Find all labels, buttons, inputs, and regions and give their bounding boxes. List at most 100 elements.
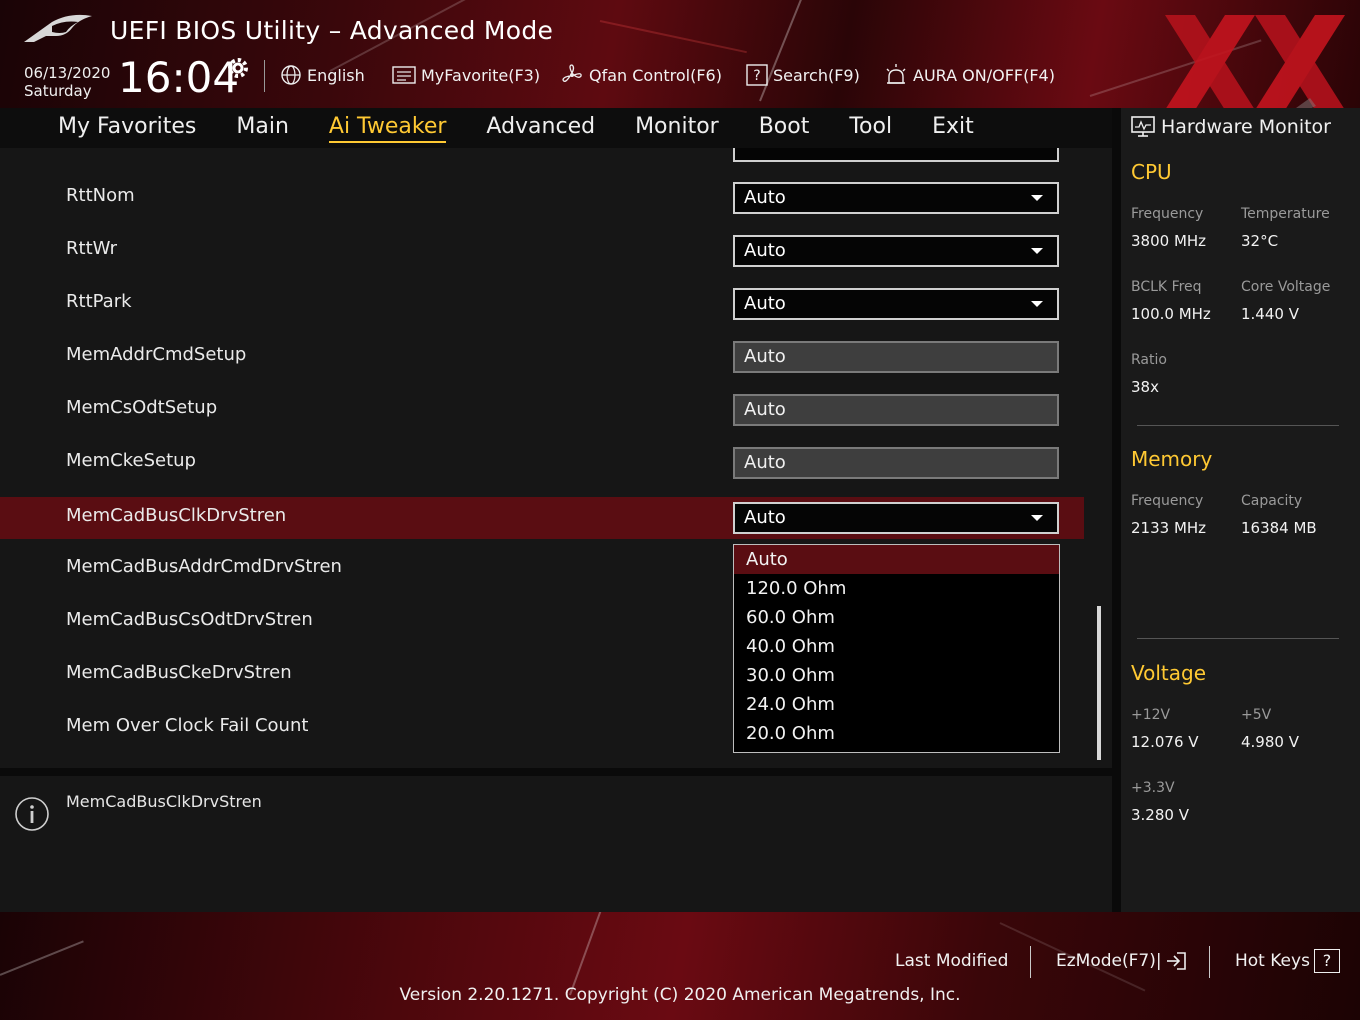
search-icon: ? (746, 64, 768, 86)
search-button[interactable]: ? Search(F9) (746, 62, 860, 88)
last-modified-button[interactable]: Last Modified (895, 948, 1008, 974)
day-text: Saturday (24, 82, 92, 100)
fan-icon (562, 64, 582, 82)
section-divider (1137, 638, 1339, 639)
ratio-value: 38x (1131, 378, 1159, 396)
dropdown-option[interactable]: 60.0 Ohm (734, 603, 1059, 632)
footer-streak (569, 912, 606, 996)
setting-input[interactable]: Auto (733, 394, 1059, 426)
setting-label: RttWr (66, 238, 118, 259)
setting-dropdown[interactable]: Auto (733, 288, 1059, 320)
dropdown-option[interactable]: 20.0 Ohm (734, 719, 1059, 748)
setting-row-memcadbusclkdrvstren[interactable]: MemCadBusClkDrvStren Auto (0, 497, 1084, 539)
setting-row-rttwr[interactable]: RttWr Auto (0, 230, 1084, 272)
cpu-temperature-value: 32°C (1241, 232, 1279, 250)
tab-advanced[interactable]: Advanced (466, 108, 615, 148)
setting-value: Auto (744, 346, 786, 367)
globe-icon (281, 65, 301, 85)
dropdown-option[interactable]: Auto (734, 545, 1059, 574)
qfan-control-button[interactable]: Qfan Control(F6) (560, 62, 722, 88)
memory-section-title: Memory (1131, 447, 1213, 471)
setting-label: MemCadBusCsOdtDrvStren (66, 609, 313, 630)
setting-value: Auto (744, 240, 786, 261)
info-icon (15, 797, 49, 831)
setting-label: MemCadBusCkeDrvStren (66, 662, 292, 683)
qfan-label: Qfan Control(F6) (589, 65, 722, 85)
footer-divider (1209, 946, 1210, 978)
tab-boot[interactable]: Boot (739, 108, 830, 148)
settings-panel: RttNom Auto RttWr Auto RttPark Auto MemA… (0, 148, 1112, 768)
setting-dropdown[interactable]: Auto (733, 182, 1059, 214)
tab-tool[interactable]: Tool (829, 108, 912, 148)
setting-label: MemCkeSetup (66, 450, 196, 471)
tab-label: My Favorites (58, 114, 197, 139)
v33-value: 3.280 V (1131, 806, 1189, 824)
gear-icon[interactable] (225, 55, 251, 81)
cpu-frequency-label: Frequency (1131, 206, 1204, 222)
tab-label: Monitor (635, 114, 719, 139)
footer-divider (1030, 946, 1031, 978)
bclk-label: BCLK Freq (1131, 279, 1202, 295)
setting-field-partial[interactable] (733, 148, 1059, 162)
hardware-monitor-icon (1131, 116, 1155, 137)
setting-input[interactable]: Auto (733, 447, 1059, 479)
chevron-down-icon (1031, 515, 1043, 521)
tab-label: Exit (932, 114, 974, 139)
hotkeys-button[interactable]: Hot Keys ? (1235, 948, 1340, 974)
setting-label: RttPark (66, 291, 132, 312)
setting-row-memcsodtsetup[interactable]: MemCsOdtSetup Auto (0, 389, 1084, 431)
v5-label: +5V (1241, 707, 1272, 723)
language-label: English (307, 65, 365, 85)
tab-my-favorites[interactable]: My Favorites (38, 108, 216, 148)
ezmode-button[interactable]: EzMode(F7)| (1056, 948, 1188, 974)
setting-input[interactable]: Auto (733, 341, 1059, 373)
chevron-down-icon (1031, 301, 1043, 307)
rog-logo-icon (24, 14, 92, 42)
main-nav: My Favorites Main Ai Tweaker Advanced Mo… (0, 108, 1112, 148)
setting-value: Auto (744, 399, 786, 420)
myfavorite-button[interactable]: MyFavorite(F3) (392, 62, 540, 88)
setting-value: Auto (744, 293, 786, 314)
ratio-label: Ratio (1131, 352, 1167, 368)
footer-streak (0, 940, 84, 976)
language-button[interactable]: English (280, 62, 365, 88)
tab-monitor[interactable]: Monitor (615, 108, 739, 148)
core-voltage-label: Core Voltage (1241, 279, 1331, 295)
chevron-down-icon (1031, 248, 1043, 254)
setting-label: MemAddrCmdSetup (66, 344, 247, 365)
scrollbar[interactable] (1097, 606, 1101, 760)
footer-bar: Last Modified EzMode(F7)| Hot Keys ? Ver… (0, 912, 1360, 1020)
tab-exit[interactable]: Exit (912, 108, 994, 148)
setting-row-rttnom[interactable]: RttNom Auto (0, 177, 1084, 219)
chevron-down-icon (1031, 195, 1043, 201)
hotkeys-key-icon: ? (1313, 949, 1340, 973)
hardware-monitor-label: Hardware Monitor (1161, 116, 1331, 138)
dropdown-options-list[interactable]: Auto 120.0 Ohm 60.0 Ohm 40.0 Ohm 30.0 Oh… (733, 544, 1060, 753)
section-divider (1137, 425, 1339, 426)
tab-label: Ai Tweaker (328, 114, 447, 143)
memory-capacity-value: 16384 MB (1241, 519, 1317, 537)
exit-arrow-icon (1166, 952, 1186, 970)
dropdown-option[interactable]: 40.0 Ohm (734, 632, 1059, 661)
aura-toggle-button[interactable]: AURA ON/OFF(F4) (884, 62, 1055, 88)
help-panel: MemCadBusClkDrvStren (0, 776, 1112, 912)
setting-row-memckesetup[interactable]: MemCkeSetup Auto (0, 442, 1084, 484)
setting-label: Mem Over Clock Fail Count (66, 715, 309, 736)
hardware-monitor-panel: Hardware Monitor CPU Frequency 3800 MHz … (1121, 108, 1360, 912)
setting-row-memaddrcmdsetup[interactable]: MemAddrCmdSetup Auto (0, 336, 1084, 378)
dropdown-option[interactable]: 30.0 Ohm (734, 661, 1059, 690)
setting-dropdown[interactable]: Auto (733, 235, 1059, 267)
dropdown-option[interactable]: 120.0 Ohm (734, 574, 1059, 603)
setting-dropdown[interactable]: Auto (733, 502, 1059, 534)
dropdown-option[interactable]: 24.0 Ohm (734, 690, 1059, 719)
favorite-list-icon (392, 66, 416, 84)
tab-label: Main (236, 114, 289, 139)
setting-row-rttpark[interactable]: RttPark Auto (0, 283, 1084, 325)
tab-main[interactable]: Main (216, 108, 309, 148)
aura-label: AURA ON/OFF(F4) (913, 65, 1055, 85)
memory-frequency-label: Frequency (1131, 493, 1204, 509)
ezmode-label: EzMode(F7)| (1056, 951, 1162, 971)
app-title: UEFI BIOS Utility – Advanced Mode (110, 16, 554, 45)
tab-ai-tweaker[interactable]: Ai Tweaker (309, 108, 467, 148)
setting-value: Auto (744, 452, 786, 473)
